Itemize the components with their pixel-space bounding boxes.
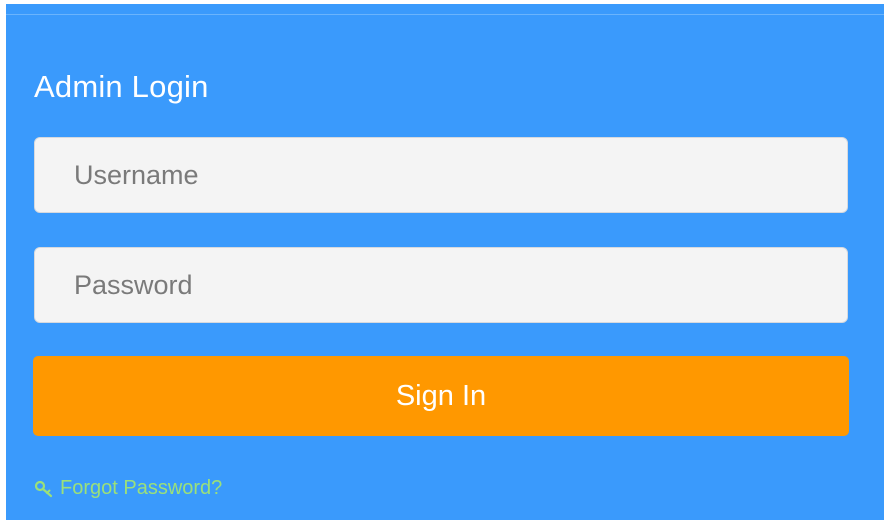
login-panel: Admin Login Sign In Forgot Password?	[6, 4, 884, 520]
key-icon	[34, 480, 53, 497]
panel-divider	[6, 14, 884, 15]
password-input[interactable]	[34, 247, 848, 323]
sign-in-button[interactable]: Sign In	[33, 356, 849, 436]
username-input[interactable]	[34, 137, 848, 213]
login-title: Admin Login	[34, 69, 209, 104]
forgot-password-link[interactable]: Forgot Password?	[34, 477, 222, 500]
forgot-password-label: Forgot Password?	[60, 477, 223, 499]
